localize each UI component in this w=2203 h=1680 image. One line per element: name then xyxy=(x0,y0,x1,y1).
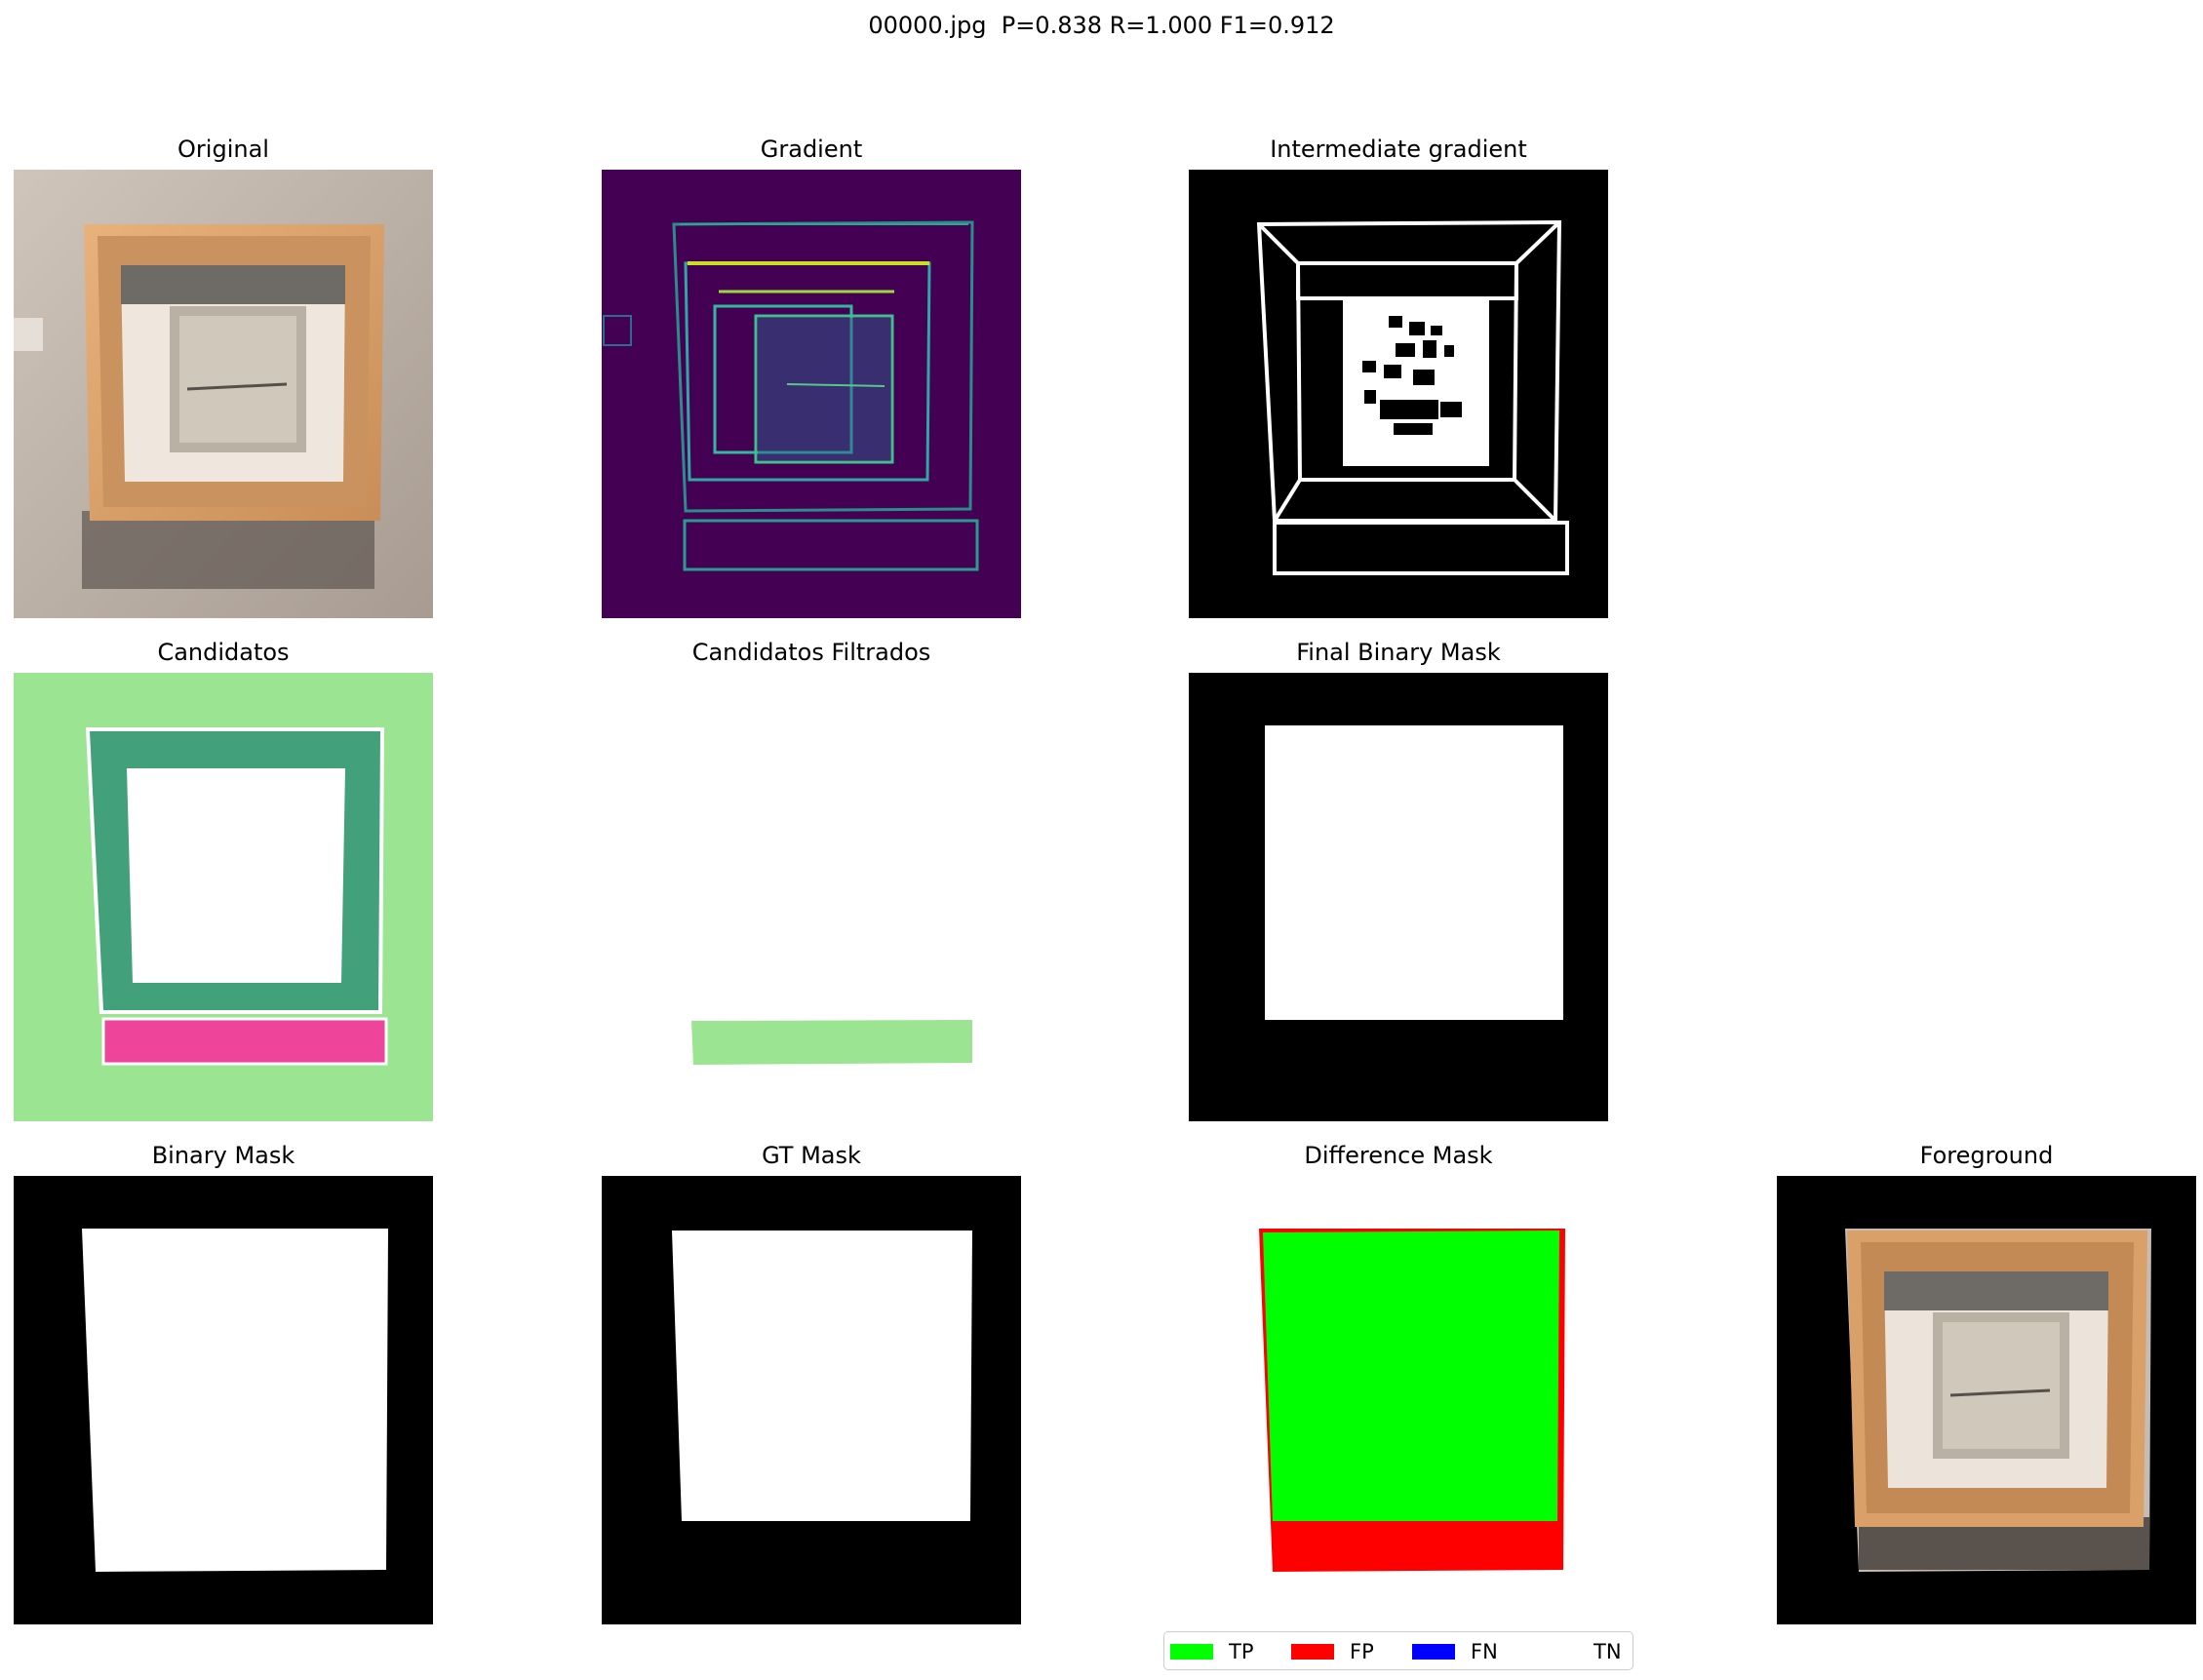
legend-label-tp: TP xyxy=(1229,1640,1254,1663)
legend-swatch-fp xyxy=(1291,1644,1334,1660)
intermediate-image xyxy=(1189,170,1608,618)
final-mask-image xyxy=(1189,673,1608,1121)
gt-mask-title: GT Mask xyxy=(762,1142,861,1169)
legend-swatch-tp xyxy=(1170,1644,1213,1660)
legend-label-fn: FN xyxy=(1471,1640,1498,1663)
legend-label-fp: FP xyxy=(1350,1640,1374,1663)
candidatos-title: Candidatos xyxy=(157,639,290,666)
intermediate-title: Intermediate gradient xyxy=(1270,136,1527,163)
candidatos-image xyxy=(14,673,433,1121)
gradient-image xyxy=(602,170,1021,618)
filtrados-image xyxy=(602,673,1021,1121)
legend: TP FP FN TN xyxy=(1163,1631,1633,1670)
binary-mask-image xyxy=(14,1176,433,1624)
binary-mask-title: Binary Mask xyxy=(151,1142,295,1169)
legend-label-tn: TN xyxy=(1593,1640,1622,1663)
foreground-title: Foreground xyxy=(1919,1142,2054,1169)
filtrados-title: Candidatos Filtrados xyxy=(691,639,931,666)
difference-title: Difference Mask xyxy=(1304,1142,1493,1169)
figure-title: 00000.jpg P=0.838 R=1.000 F1=0.912 xyxy=(868,12,1335,39)
gradient-title: Gradient xyxy=(760,136,863,163)
difference-image xyxy=(1189,1176,1608,1624)
final-mask-title: Final Binary Mask xyxy=(1296,639,1501,666)
original-title: Original xyxy=(177,136,269,163)
legend-swatch-tn xyxy=(1535,1644,1578,1660)
foreground-image xyxy=(1777,1176,2196,1624)
original-image xyxy=(14,170,433,618)
gt-mask-image xyxy=(602,1176,1021,1624)
legend-swatch-fn xyxy=(1412,1644,1455,1660)
